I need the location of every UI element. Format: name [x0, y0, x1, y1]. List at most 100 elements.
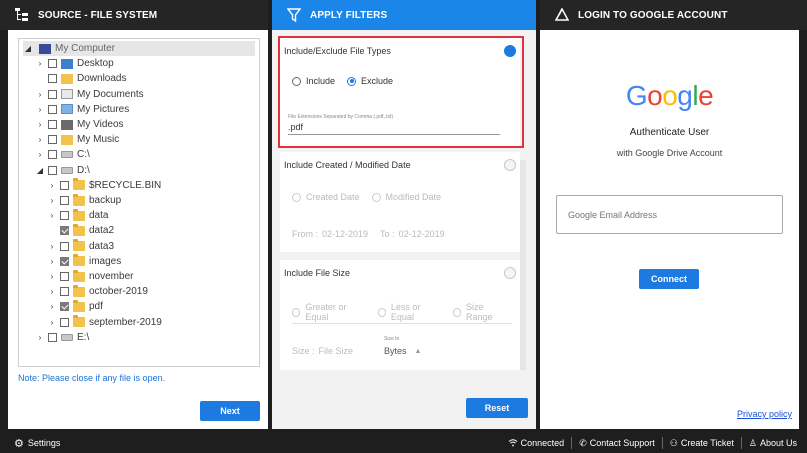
date-title: Include Created / Modified Date — [284, 160, 411, 170]
tree-item-label: data — [89, 210, 109, 222]
gear-icon: ⚙ — [14, 437, 24, 450]
expand-arrow-icon[interactable]: › — [35, 120, 45, 129]
size-range-option[interactable]: Size Range — [452, 302, 508, 322]
size-range-radio[interactable] — [452, 307, 461, 317]
expand-arrow-icon[interactable]: › — [47, 318, 57, 327]
greater-equal-radio[interactable] — [292, 307, 301, 317]
next-button[interactable]: Next — [200, 401, 260, 421]
expand-arrow-icon[interactable]: › — [35, 90, 45, 99]
tree-item[interactable]: › pdf — [47, 299, 103, 314]
tree-item-checkbox[interactable] — [60, 241, 69, 251]
modified-date-radio[interactable] — [371, 192, 381, 202]
less-equal-radio[interactable] — [377, 307, 386, 317]
tree-item-checkbox[interactable] — [60, 317, 69, 327]
about-us-button[interactable]: ♙ About Us — [749, 438, 797, 449]
created-date-option[interactable]: Created Date — [292, 192, 360, 202]
file-tree[interactable]: ◢ My Computer › Desktop Downloads › My Documen… — [18, 38, 260, 367]
tree-item[interactable]: › E:\ — [35, 330, 90, 345]
tree-item[interactable]: › $RECYCLE.BIN — [47, 178, 161, 193]
tree-item[interactable]: › data — [47, 208, 108, 223]
settings-label: Settings — [27, 438, 61, 448]
tree-item-checkbox[interactable] — [48, 104, 57, 114]
tree-item-checkbox[interactable] — [60, 211, 69, 221]
tree-item[interactable]: › My Pictures — [35, 102, 130, 117]
tree-item[interactable]: › images — [47, 254, 121, 269]
tree-item[interactable]: data2 — [47, 223, 114, 238]
expand-arrow-icon[interactable]: › — [47, 287, 57, 296]
expand-arrow-icon[interactable]: › — [47, 272, 57, 281]
size-toggle[interactable] — [504, 267, 516, 279]
less-equal-option[interactable]: Less or Equal — [377, 302, 441, 322]
tree-item-checkbox[interactable] — [48, 59, 57, 69]
tree-item-checkbox[interactable] — [48, 135, 57, 145]
folder-icon — [73, 299, 85, 312]
reset-button[interactable]: Reset — [466, 398, 528, 418]
tree-item[interactable]: › november — [47, 269, 133, 284]
filters-header: APPLY FILTERS — [272, 0, 536, 30]
tree-item[interactable]: › C:\ — [35, 147, 90, 162]
tree-item-checkbox[interactable] — [60, 256, 69, 266]
settings-button[interactable]: ⚙ Settings — [14, 437, 60, 450]
tree-item-checkbox[interactable] — [48, 332, 57, 342]
tree-item-checkbox[interactable] — [60, 180, 69, 190]
expand-arrow-icon[interactable]: › — [35, 59, 45, 68]
tree-item-checkbox[interactable] — [48, 74, 57, 84]
phone-icon: ✆ — [579, 437, 587, 448]
created-date-label: Created Date — [306, 192, 360, 202]
create-ticket-button[interactable]: ⚇ Create Ticket — [670, 438, 734, 449]
filters-scrollbar[interactable] — [520, 160, 526, 370]
tree-item-checkbox[interactable] — [48, 120, 57, 129]
date-range: From : 02-12-2019 To : 02-12-2019 — [292, 229, 445, 239]
expand-arrow-icon[interactable]: › — [35, 105, 45, 114]
login-header: LOGIN TO GOOGLE ACCOUNT — [540, 0, 807, 30]
tree-item[interactable]: › Desktop — [35, 56, 114, 71]
size-unit-value: Bytes — [384, 346, 407, 356]
size-card: Include File Size Greater or Equal Less … — [280, 260, 520, 370]
expand-arrow-icon[interactable]: › — [35, 333, 45, 342]
tree-item[interactable]: › backup — [47, 193, 121, 208]
expand-arrow-icon[interactable]: › — [47, 242, 57, 251]
tree-item-checkbox[interactable] — [60, 226, 69, 236]
date-toggle[interactable] — [504, 159, 516, 171]
created-date-radio[interactable] — [292, 192, 301, 202]
size-unit-select[interactable]: Bytes ▲ — [384, 346, 421, 356]
greater-equal-option[interactable]: Greater or Equal — [292, 302, 366, 322]
privacy-policy-link[interactable]: Privacy policy — [737, 409, 792, 419]
expand-arrow-icon[interactable]: › — [35, 135, 45, 144]
tree-item[interactable]: › My Videos — [35, 117, 124, 132]
tree-item[interactable]: › data3 — [47, 239, 114, 254]
tree-item-checkbox[interactable] — [48, 165, 57, 175]
tree-item-checkbox[interactable] — [60, 272, 69, 281]
source-panel: ◢ My Computer › Desktop Downloads › My Documen… — [8, 30, 268, 429]
connect-button[interactable]: Connect — [639, 269, 699, 289]
contact-support-button[interactable]: ✆ Contact Support — [579, 438, 655, 449]
tree-item-checkbox[interactable] — [48, 89, 57, 99]
size-input[interactable]: File Size — [319, 346, 354, 356]
tree-item[interactable]: › september-2019 — [47, 315, 162, 330]
tree-item[interactable]: › october-2019 — [47, 284, 148, 299]
tree-item-checkbox[interactable] — [60, 196, 69, 205]
google-email-input[interactable] — [556, 195, 783, 234]
from-date[interactable]: 02-12-2019 — [322, 229, 368, 239]
expand-arrow-icon[interactable]: › — [47, 196, 57, 205]
modified-date-option[interactable]: Modified Date — [371, 192, 441, 202]
tree-item[interactable]: ◢ D:\ — [35, 163, 90, 178]
connected-label: Connected — [520, 438, 565, 448]
tree-item[interactable]: › My Documents — [35, 87, 144, 102]
tree-item-checkbox[interactable] — [60, 302, 69, 312]
tree-item-checkbox[interactable] — [48, 150, 57, 160]
expand-arrow-icon[interactable]: › — [47, 257, 57, 266]
tree-item-checkbox[interactable] — [60, 287, 69, 297]
expand-arrow-icon[interactable]: › — [47, 211, 57, 220]
expand-arrow-icon[interactable]: › — [47, 302, 57, 311]
tree-item[interactable]: Downloads — [35, 71, 126, 86]
date-card: Include Created / Modified Date Created … — [280, 152, 520, 252]
tree-item[interactable]: › My Music — [35, 132, 120, 147]
tree-item-label: data3 — [89, 240, 115, 252]
expand-arrow-icon[interactable]: › — [47, 181, 57, 190]
expand-arrow-icon[interactable]: › — [35, 150, 45, 159]
collapse-arrow-icon[interactable]: ◢ — [23, 44, 33, 53]
collapse-arrow-icon[interactable]: ◢ — [35, 166, 45, 175]
to-date[interactable]: 02-12-2019 — [399, 229, 445, 239]
tree-item[interactable]: ◢ My Computer — [23, 41, 255, 56]
